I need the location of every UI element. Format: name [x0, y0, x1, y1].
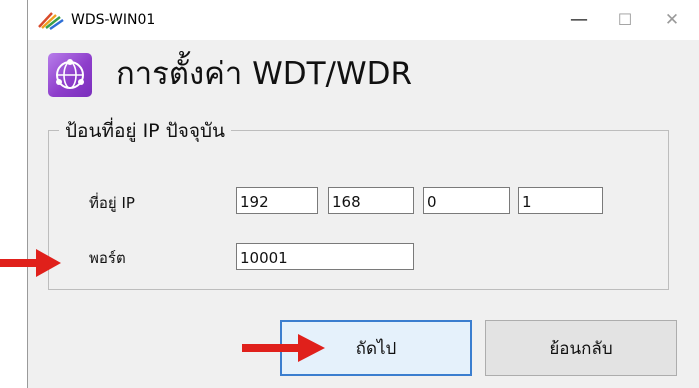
maximize-icon: ☐	[617, 10, 633, 29]
back-button[interactable]: ย้อนกลับ	[485, 320, 677, 376]
close-button[interactable]: ✕	[660, 8, 684, 32]
red-arrow-icon	[0, 249, 61, 277]
window-title: WDS-WIN01	[71, 12, 156, 28]
ip-octet-2-field[interactable]: 168	[328, 187, 414, 214]
minimize-button[interactable]: —	[567, 8, 591, 32]
dialog-window: WDS-WIN01 — ☐ ✕ การตั้งค่า WDT/WDR ป้อนท…	[27, 0, 699, 388]
ip-octet-1-field[interactable]: 192	[236, 187, 318, 214]
minimize-icon: —	[570, 9, 588, 30]
ip-address-label: ที่อยู่ IP	[89, 194, 135, 212]
groupbox-legend: ป้อนที่อยู่ IP ปัจจุบัน	[59, 118, 232, 144]
port-label: พอร์ต	[89, 249, 126, 267]
ip-octet-4-field[interactable]: 1	[518, 187, 603, 214]
maximize-button[interactable]: ☐	[613, 8, 637, 32]
page-title: การตั้งค่า WDT/WDR	[116, 56, 413, 92]
title-bar[interactable]: WDS-WIN01 — ☐ ✕	[28, 0, 699, 40]
network-globe-icon	[48, 53, 92, 97]
ip-octet-3-field[interactable]: 0	[423, 187, 510, 214]
close-icon: ✕	[664, 9, 680, 30]
app-icon	[38, 12, 64, 30]
port-field[interactable]: 10001	[236, 243, 414, 270]
red-arrow-icon	[242, 334, 325, 362]
